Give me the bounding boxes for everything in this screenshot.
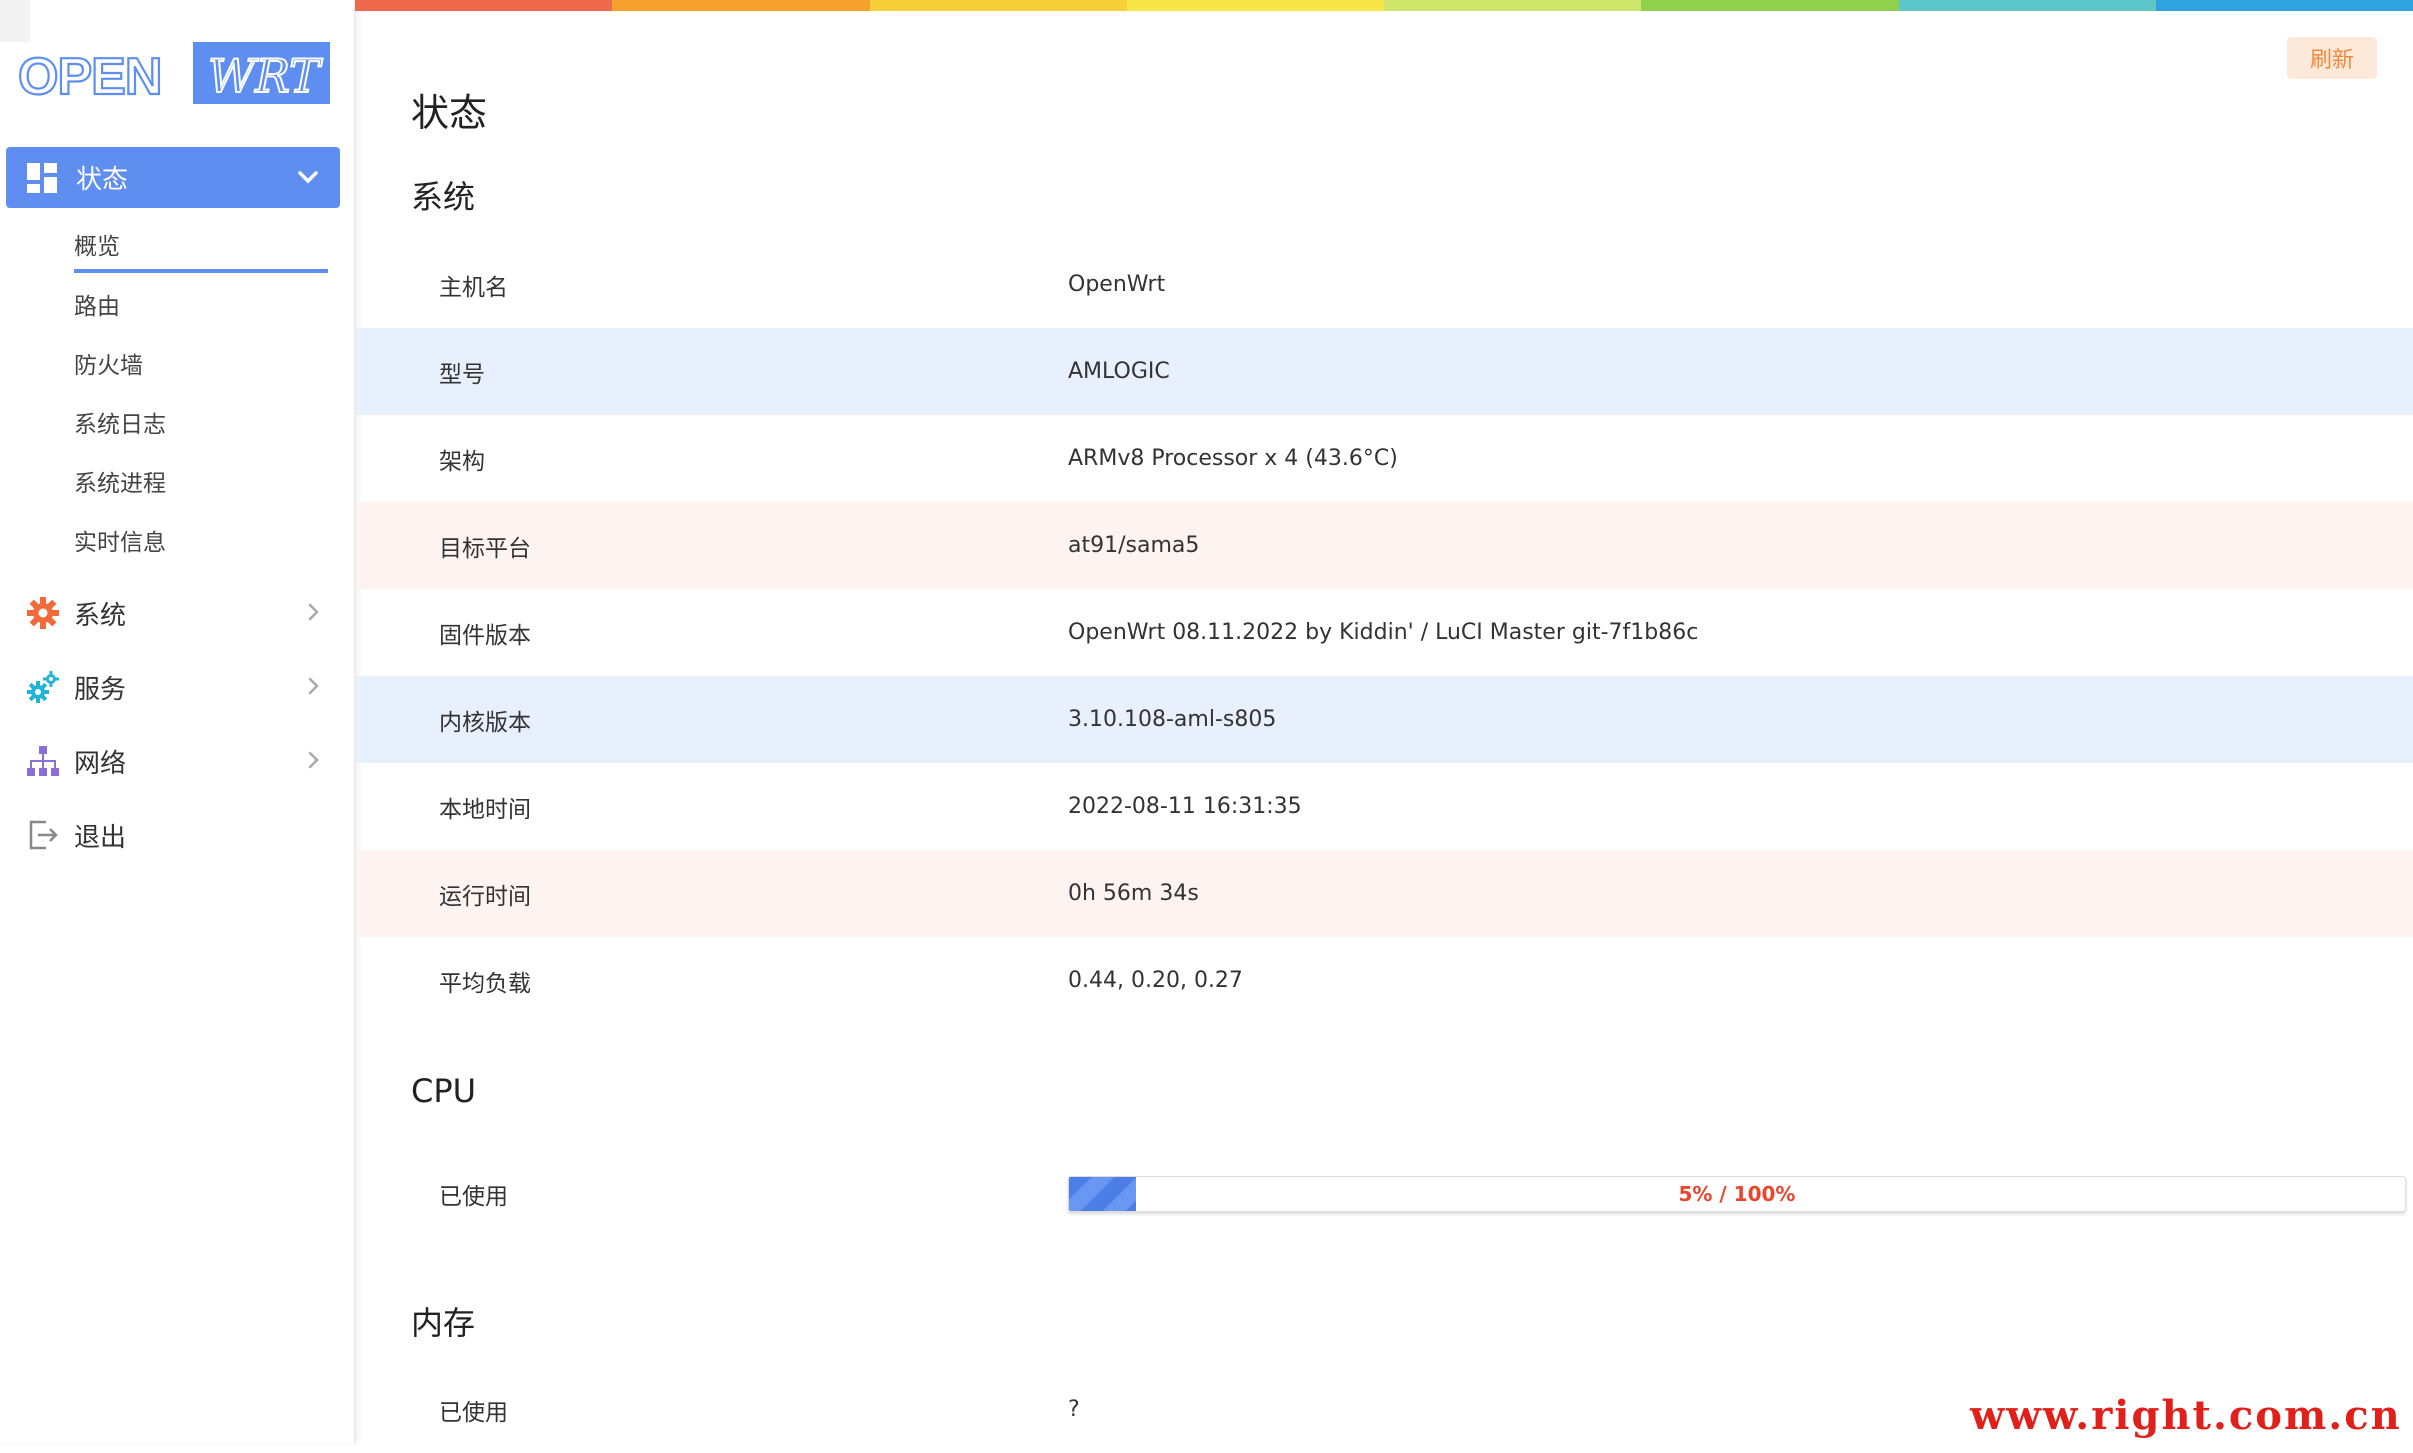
section-title-cpu: CPU [411,1072,477,1110]
memory-used-value: ? [1068,1397,1080,1422]
sidebar-item-logout[interactable]: 退出 [0,805,354,865]
row-value: 0h 56m 34s [1068,881,1199,906]
section-title-system: 系统 [411,178,476,216]
row-key: 主机名 [439,274,508,301]
page-title: 状态 [411,91,488,135]
row-value: ARMv8 Processor x 4 (43.6°C) [1068,446,1398,471]
cpu-used-label: 已使用 [439,1183,508,1210]
row-key: 架构 [439,448,485,475]
rainbow-segment [1641,0,1899,11]
active-sub-underline [74,269,328,273]
sidebar-item-services-label: 服务 [74,674,127,705]
sub-item-realtime[interactable]: 实时信息 [74,525,166,561]
cpu-progress-bar: 5% / 100% [1068,1176,2406,1212]
sidebar-item-services[interactable]: 服务 [0,657,354,717]
row-value: AMLOGIC [1068,359,1170,384]
network-icon [27,746,59,776]
rainbow-segment [612,0,870,11]
row-value: OpenWrt 08.11.2022 by Kiddin' / LuCI Mas… [1068,620,1699,645]
row-value: 2022-08-11 16:31:35 [1068,794,1302,819]
corner-box [0,0,30,42]
dashboard-icon [27,162,57,193]
sub-item-overview[interactable]: 概览 [74,229,120,265]
sidebar-item-system[interactable]: 系统 [0,583,354,643]
info-row-uptime: 运行时间 0h 56m 34s [356,850,2413,937]
info-row-loadavg: 平均负载 0.44, 0.20, 0.27 [356,937,2413,1024]
sidebar: OPEN WRT 状态 概览 路由 防火墙 系统日志 系统进程 实时信息 系统 … [0,0,356,1443]
gear-icon [27,597,59,629]
sub-item-processes[interactable]: 系统进程 [74,466,166,502]
sub-item-firewall[interactable]: 防火墙 [74,348,143,384]
openwrt-logo[interactable]: OPEN WRT [16,42,330,106]
sub-item-routes[interactable]: 路由 [74,289,120,325]
svg-text:OPEN: OPEN [18,48,161,106]
cpu-progress-text: 5% / 100% [1678,1182,1796,1206]
rainbow-segment [1126,0,1384,11]
row-key: 本地时间 [439,796,531,823]
info-row-target: 目标平台 at91/sama5 [356,502,2413,589]
info-row-hostname: 主机名 OpenWrt [356,241,2413,328]
chevron-right-icon [308,677,319,695]
sidebar-item-network-label: 网络 [74,748,127,779]
chevron-down-icon [298,171,318,184]
chevron-right-icon [308,751,319,769]
rainbow-top-bar [355,0,2413,11]
chevron-right-icon [308,603,319,621]
row-key: 平均负载 [439,970,531,997]
row-value: 0.44, 0.20, 0.27 [1068,968,1243,993]
row-key: 内核版本 [439,709,531,736]
rainbow-segment [2155,0,2413,11]
row-value: OpenWrt [1068,272,1166,297]
row-key: 型号 [439,361,485,388]
refresh-button[interactable]: 刷新 [2287,37,2377,79]
rainbow-segment [869,0,1127,11]
sub-item-syslog[interactable]: 系统日志 [74,407,166,443]
svg-text:WRT: WRT [208,49,323,103]
sidebar-item-status-label: 状态 [76,165,129,195]
watermark: www.right.com.cn [1970,1392,2402,1439]
rainbow-segment [1898,0,2156,11]
row-key: 目标平台 [439,535,531,562]
info-row-firmware: 固件版本 OpenWrt 08.11.2022 by Kiddin' / LuC… [356,589,2413,676]
info-row-localtime: 本地时间 2022-08-11 16:31:35 [356,763,2413,850]
row-key: 固件版本 [439,622,531,649]
row-value: at91/sama5 [1068,533,1200,558]
sidebar-item-network[interactable]: 网络 [0,731,354,791]
section-title-memory: 内存 [411,1304,476,1342]
info-row-arch: 架构 ARMv8 Processor x 4 (43.6°C) [356,415,2413,502]
memory-used-label: 已使用 [439,1399,508,1426]
rainbow-segment [1384,0,1642,11]
sidebar-item-logout-label: 退出 [74,822,127,853]
sidebar-item-status[interactable]: 状态 [6,147,340,208]
logout-icon [29,820,58,850]
info-row-model: 型号 AMLOGIC [356,328,2413,415]
cogs-icon [27,671,59,703]
row-key: 运行时间 [439,883,531,910]
row-value: 3.10.108-aml-s805 [1068,707,1277,732]
info-row-kernel: 内核版本 3.10.108-aml-s805 [356,676,2413,763]
sidebar-item-system-label: 系统 [74,600,127,631]
rainbow-segment [355,0,613,11]
